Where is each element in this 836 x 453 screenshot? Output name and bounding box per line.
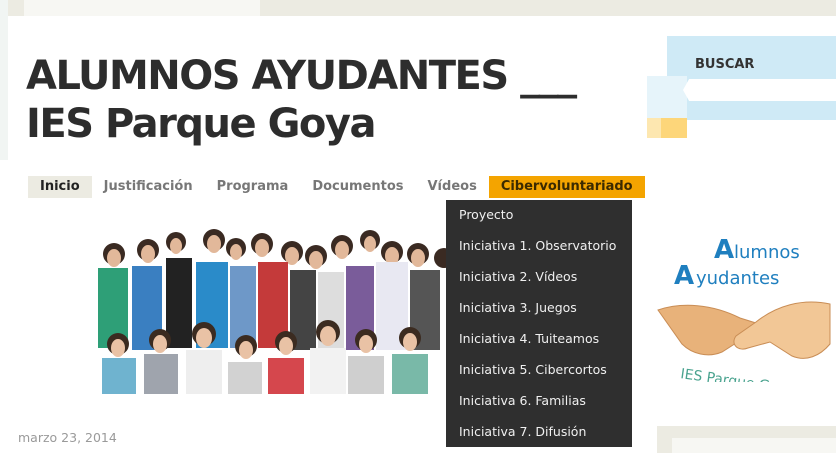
post-date: marzo 23, 2014: [18, 430, 117, 445]
nav-item-videos[interactable]: Vídeos: [416, 176, 489, 198]
nav-item-documentos[interactable]: Documentos: [300, 176, 415, 198]
search-input[interactable]: [683, 79, 836, 101]
logo-initial-a-top: A: [714, 235, 734, 265]
header-background-block: [24, 0, 260, 16]
dropdown-item-proyecto[interactable]: Proyecto: [446, 204, 632, 235]
search-widget-title: BUSCAR: [695, 57, 755, 72]
search-widget: BUSCAR: [683, 51, 836, 104]
logo-graphic: A lumnos A yudantes IES Parque Goya: [657, 235, 831, 398]
dropdown-item-iniciativa-5[interactable]: Iniciativa 5. Cibercortos: [446, 359, 632, 390]
nav-item-inicio[interactable]: Inicio: [28, 176, 92, 198]
dropdown-item-iniciativa-4[interactable]: Iniciativa 4. Tuiteamos: [446, 328, 632, 359]
sidebar-decoration-light-yellow: [647, 118, 661, 138]
dropdown-item-iniciativa-2[interactable]: Iniciativa 2. Vídeos: [446, 266, 632, 297]
dropdown-item-iniciativa-7[interactable]: Iniciativa 7. Difusión: [446, 421, 632, 452]
nav-item-programa[interactable]: Programa: [205, 176, 301, 198]
site-title-line1: ALUMNOS AYUDANTES ___: [26, 53, 577, 99]
dropdown-item-iniciativa-6[interactable]: Iniciativa 6. Familias: [446, 390, 632, 421]
cibervoluntariado-dropdown: Proyecto Iniciativa 1. Observatorio Inic…: [446, 200, 632, 447]
site-title-line2: IES Parque Goya: [26, 101, 376, 147]
logo-subtitle: IES Parque Goya: [679, 366, 795, 382]
logo-initial-a-bottom: A: [674, 261, 694, 291]
main-navigation: Inicio Justificación Programa Documentos…: [28, 176, 645, 198]
sidebar-footer-decoration-inner: [672, 438, 836, 453]
site-title[interactable]: ALUMNOS AYUDANTES ___ IES Parque Goya: [26, 52, 626, 148]
dropdown-item-iniciativa-1[interactable]: Iniciativa 1. Observatorio: [446, 235, 632, 266]
logo-word-alumnos: lumnos: [734, 242, 800, 263]
nav-item-cibervoluntariado[interactable]: Cibervoluntariado: [488, 176, 645, 198]
nav-item-justificacion[interactable]: Justificación: [92, 176, 205, 198]
logo-word-ayudantes: yudantes: [696, 268, 779, 289]
left-background-strip: [0, 0, 8, 160]
sidebar-decoration-yellow: [661, 118, 687, 138]
sidebar-decoration-light-blue: [647, 76, 687, 120]
dropdown-item-iniciativa-3[interactable]: Iniciativa 3. Juegos: [446, 297, 632, 328]
alumnos-ayudantes-logo: A lumnos A yudantes IES Parque Goya: [652, 232, 836, 398]
group-photo-illustration: [96, 222, 448, 394]
group-photo: [96, 222, 448, 394]
